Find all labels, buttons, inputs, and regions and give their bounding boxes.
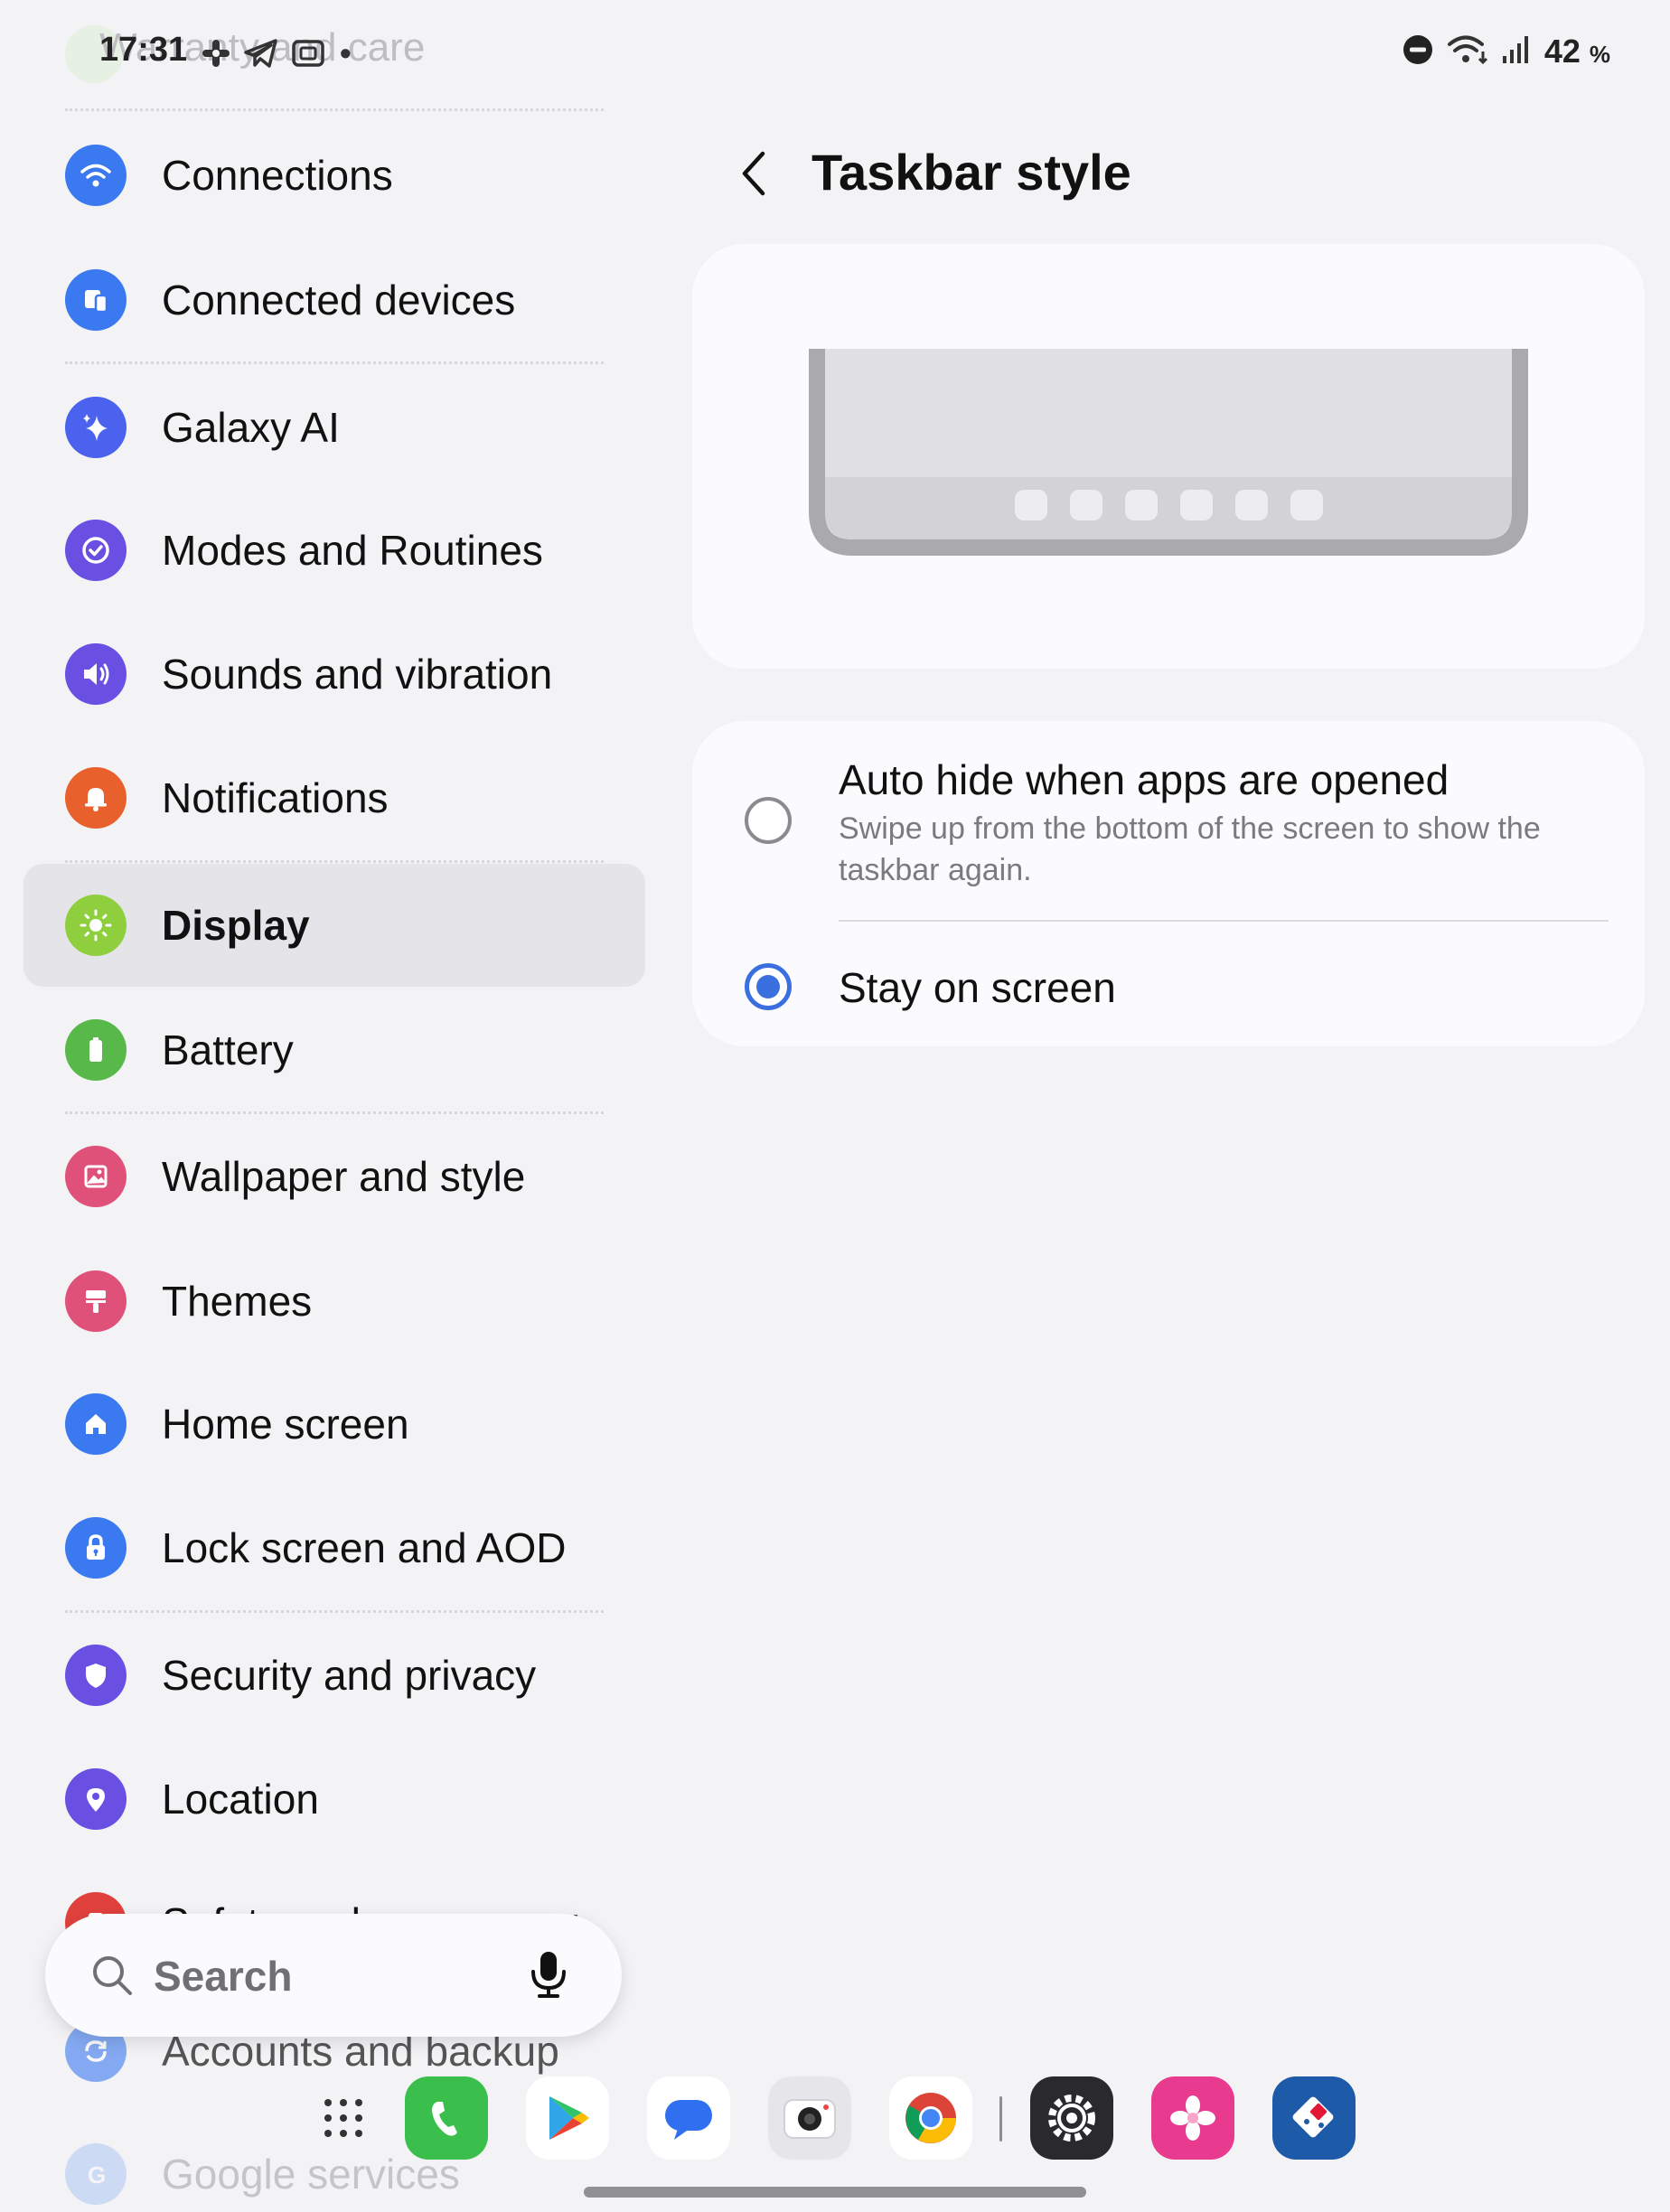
divider [65,108,604,111]
camera-icon[interactable] [768,2076,851,2160]
search-bar[interactable]: Search [45,1914,622,2037]
sidebar-item-label: Display [162,902,310,949]
sidebar-item-connections[interactable]: Connections [23,114,645,237]
system-icons: 42 % [1402,33,1610,70]
sidebar-item-label: Security and privacy [162,1652,537,1699]
divider [65,361,604,364]
option-auto-hide[interactable]: Auto hide when apps are opened Swipe up … [692,721,1645,925]
sidebar-item-label: Galaxy AI [162,404,340,451]
home-icon [65,1393,127,1455]
phone-app-icon[interactable] [405,2076,488,2160]
radio-stay-on-screen[interactable] [745,963,792,1010]
sidebar-item-label: Wallpaper and style [162,1153,526,1200]
dnd-icon [1402,33,1434,70]
option-title: Auto hide when apps are opened [839,756,1450,803]
sidebar-item-themes[interactable]: Themes [23,1240,645,1363]
wifi-icon [1447,33,1488,70]
mic-icon[interactable] [528,1948,569,2005]
option-description: Swipe up from the bottom of the screen t… [839,811,1541,887]
sidebar-item-modes-and-routines[interactable]: Modes and Routines [23,489,645,612]
screen: Warranty and care 17:31 • 42 % Connectio… [0,0,1670,2212]
sidebar-item-location[interactable]: Location [23,1738,645,1861]
divider [65,860,604,863]
sidebar-item-wallpaper-and-style[interactable]: Wallpaper and style [23,1115,645,1238]
back-arrow-icon [728,151,786,206]
home-gesture-bar[interactable] [584,2187,1086,2198]
sidebar-item-sounds-and-vibration[interactable]: Sounds and vibration [23,613,645,736]
battery-percentage: 42 % [1543,33,1610,70]
sidebar-item-notifications[interactable]: Notifications [23,736,645,859]
taskbar-separator [999,2096,1002,2142]
image-icon [65,1146,127,1207]
taskbar-preview-illustration [809,349,1528,556]
sidebar-item-display[interactable]: Display [23,864,645,987]
settings-sidebar: Connections Connected devices Galaxy AI … [0,0,651,2212]
sidebar-item-label: Sounds and vibration [162,651,553,698]
location-pin-icon [65,1768,127,1830]
divider [839,920,1609,922]
check-circle-icon [65,520,127,581]
sidebar-item-label: Location [162,1776,319,1823]
back-button[interactable] [728,145,786,202]
taskbar-options-card: Auto hide when apps are opened Swipe up … [692,721,1645,1046]
divider [65,1610,604,1613]
sidebar-item-label: Notifications [162,774,389,821]
option-stay-on-screen[interactable]: Stay on screen [692,925,1645,1046]
sidebar-item-security-and-privacy[interactable]: Security and privacy [23,1614,645,1737]
sidebar-item-battery[interactable]: Battery [23,989,645,1111]
page-title: Taskbar style [812,144,1131,201]
settings-icon[interactable] [1030,2076,1113,2160]
wifi-icon [65,145,127,206]
divider [65,1111,604,1114]
messages-icon[interactable] [647,2076,730,2160]
apps-grid-icon[interactable] [302,2076,385,2160]
dominos-icon[interactable] [1272,2076,1356,2160]
battery-icon [65,1019,127,1081]
search-icon [89,1952,136,2003]
chrome-icon[interactable] [889,2076,972,2160]
taskbar [0,2069,1670,2169]
sidebar-item-home-screen[interactable]: Home screen [23,1363,645,1486]
shield-icon [65,1645,127,1706]
taskbar-preview-card [692,244,1645,669]
option-title: Stay on screen [839,964,1116,1011]
play-store-icon[interactable] [526,2076,609,2160]
sun-icon [65,895,127,956]
devices-icon [65,269,127,331]
sidebar-item-label: Battery [162,1026,294,1073]
sparkle-icon [65,397,127,458]
gallery-icon[interactable] [1151,2076,1234,2160]
sidebar-item-galaxy-ai[interactable]: Galaxy AI [23,366,645,489]
radio-auto-hide[interactable] [745,797,792,844]
sidebar-item-label: Connected devices [162,276,516,323]
speaker-icon [65,643,127,705]
sidebar-item-label: Connections [162,152,393,199]
signal-icon [1501,34,1532,70]
paint-roller-icon [65,1270,127,1332]
sidebar-item-label: Home screen [162,1401,409,1448]
lock-icon [65,1517,127,1579]
sidebar-item-connected-devices[interactable]: Connected devices [23,239,645,361]
sidebar-item-lock-screen-and-aod[interactable]: Lock screen and AOD [23,1486,645,1609]
search-input[interactable]: Search [154,1952,292,2001]
sidebar-item-label: Lock screen and AOD [162,1524,567,1571]
sidebar-item-label: Modes and Routines [162,527,543,574]
bell-icon [65,767,127,829]
sidebar-item-label: Themes [162,1278,313,1325]
